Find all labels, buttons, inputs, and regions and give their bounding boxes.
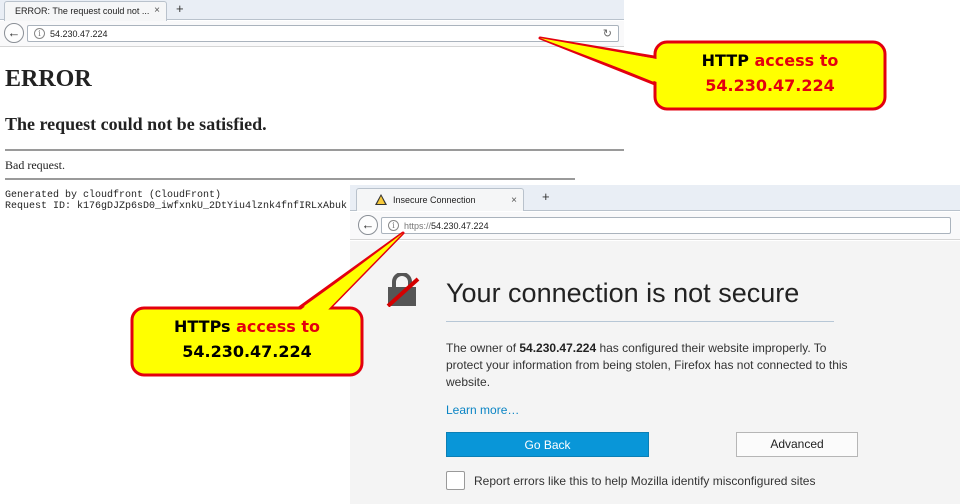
tab-strip: Insecure Connection × + (350, 185, 960, 211)
back-arrow-icon[interactable]: ← (4, 23, 24, 43)
new-tab-button[interactable]: + (176, 1, 184, 16)
error-heading: ERROR (5, 66, 92, 92)
info-icon[interactable]: i (34, 28, 45, 39)
tab-insecure-connection[interactable]: Insecure Connection × (356, 188, 524, 211)
callout-protocol: HTTPs (173, 317, 231, 336)
error-message: Bad request. (5, 158, 65, 172)
error-description: The owner of 54.230.47.224 has configure… (446, 340, 866, 391)
callout-host: 54.230.47.224 (705, 76, 835, 95)
address-text: 54.230.47.224 (50, 29, 108, 39)
back-arrow-icon[interactable]: ← (358, 215, 378, 235)
report-errors-label: Report errors like this to help Mozilla … (474, 474, 816, 488)
address-bar[interactable]: i 54.230.47.224 ↻ (27, 25, 619, 42)
page-title: Your connection is not secure (446, 278, 800, 308)
advanced-button[interactable]: Advanced (736, 432, 858, 457)
tab-title: ERROR: The request could not ... (15, 6, 150, 16)
error-subheading: The request could not be satisfied. (5, 114, 267, 134)
callout-host: 54.230.47.224 (182, 342, 312, 361)
tab-strip: ERROR: The request could not ... × + (0, 0, 624, 21)
divider (5, 178, 575, 180)
divider (5, 149, 624, 151)
title-divider (446, 321, 834, 322)
new-tab-button[interactable]: + (542, 189, 550, 204)
desc-host: 54.230.47.224 (519, 341, 597, 355)
info-icon[interactable]: i (388, 220, 399, 231)
go-back-button[interactable]: Go Back (446, 432, 649, 457)
broken-lock-icon (385, 272, 421, 308)
http-callout: HTTP access to 54.230.47.224 (655, 48, 885, 98)
request-id-text: Request ID: k176gDJZp6sD0_iwfxnkU_2DtYiu… (5, 201, 348, 212)
report-errors-checkbox[interactable] (446, 471, 465, 490)
https-callout: HTTPs access to 54.230.47.224 (132, 314, 362, 364)
desc-text: The owner of (446, 341, 520, 355)
close-icon[interactable]: × (511, 195, 517, 206)
close-icon[interactable]: × (154, 5, 160, 16)
navigation-bar: ← i https://54.230.47.224 (350, 212, 960, 240)
callout-text: access to (748, 51, 839, 70)
warning-triangle-icon (375, 194, 387, 205)
address-bar[interactable]: i https://54.230.47.224 (381, 217, 951, 234)
learn-more-link[interactable]: Learn more… (446, 403, 519, 417)
generated-by-text: Generated by cloudfront (CloudFront) (5, 190, 222, 201)
address-host: 54.230.47.224 (431, 221, 489, 231)
address-scheme: https:// (404, 221, 432, 231)
reload-icon[interactable]: ↻ (603, 27, 612, 40)
tab-title: Insecure Connection (393, 195, 476, 205)
https-browser-window: Insecure Connection × + ← i https://54.2… (350, 185, 960, 504)
navigation-bar: ← i 54.230.47.224 ↻ (0, 21, 624, 47)
callout-protocol: HTTP (701, 51, 749, 70)
tab-error[interactable]: ERROR: The request could not ... × (4, 1, 167, 21)
callout-text: access to (230, 317, 320, 336)
